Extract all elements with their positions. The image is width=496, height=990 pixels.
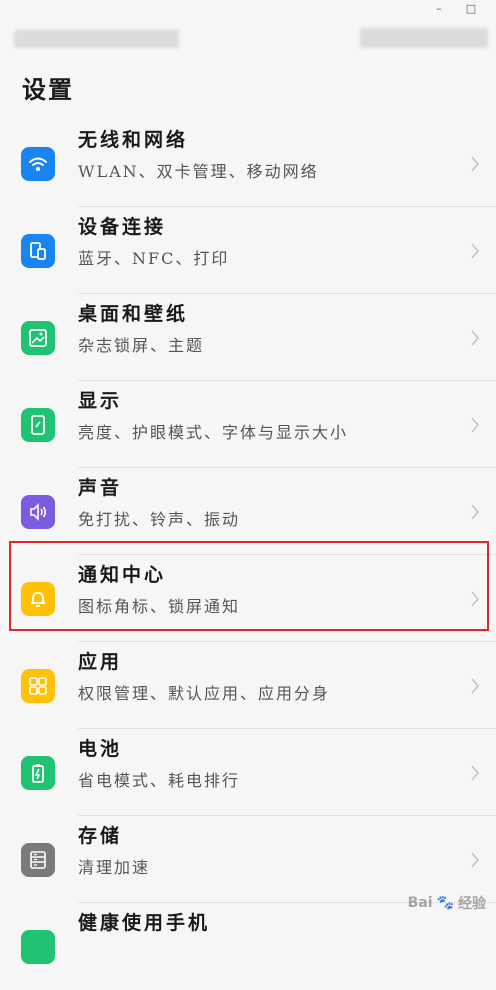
settings-item-label: 电池	[78, 738, 123, 760]
chevron-right-icon	[471, 503, 480, 520]
chevron-right-icon	[471, 155, 480, 172]
settings-item-label: 健康使用手机	[78, 912, 211, 934]
chevron-right-icon	[471, 851, 480, 868]
settings-item-label: 存储	[78, 825, 123, 847]
settings-item-sub: 蓝牙、NFC、打印	[78, 249, 230, 268]
chevron-right-icon	[471, 329, 480, 346]
chevron-right-icon	[471, 677, 480, 694]
sound-icon	[21, 494, 55, 529]
watermark-logo-text: Bai	[407, 895, 433, 911]
settings-item-wireless[interactable]: 无线和网络 WLAN、双卡管理、移动网络	[0, 120, 496, 207]
settings-item-sub: 图标角标、锁屏通知	[78, 597, 241, 616]
apps-icon	[21, 668, 55, 703]
storage-icon	[21, 842, 55, 877]
settings-list: 无线和网络 WLAN、双卡管理、移动网络 设备连接 蓝牙、NFC、打印 桌面和壁…	[0, 120, 496, 990]
window-controls: – □	[0, 0, 496, 16]
device-connect-icon	[21, 233, 55, 268]
settings-item-sub: 杂志锁屏、主题	[78, 336, 205, 355]
chevron-right-icon	[471, 242, 480, 259]
settings-item-notifications[interactable]: 通知中心 图标角标、锁屏通知	[0, 555, 496, 642]
settings-item-apps[interactable]: 应用 权限管理、默认应用、应用分身	[0, 642, 496, 729]
watermark-suffix: 经验	[458, 896, 486, 912]
maximize-button[interactable]: □	[464, 1, 478, 15]
settings-item-sub: 免打扰、铃声、振动	[78, 510, 241, 529]
wallpaper-icon	[21, 320, 55, 355]
settings-item-sub: 省电模式、耗电排行	[78, 771, 241, 790]
bell-icon	[21, 581, 55, 616]
settings-item-label: 设备连接	[78, 216, 167, 238]
status-bar-blurred-left	[14, 30, 179, 48]
settings-item-label: 无线和网络	[78, 129, 189, 151]
watermark: Bai 🐾 经验	[356, 889, 486, 917]
chevron-right-icon	[471, 764, 480, 781]
settings-item-sound[interactable]: 声音 免打扰、铃声、振动	[0, 468, 496, 555]
settings-item-device-connect[interactable]: 设备连接 蓝牙、NFC、打印	[0, 207, 496, 294]
status-bar	[0, 20, 496, 58]
settings-item-battery[interactable]: 电池 省电模式、耗电排行	[0, 729, 496, 816]
battery-icon	[21, 755, 55, 790]
settings-item-sub: 权限管理、默认应用、应用分身	[78, 684, 331, 703]
settings-item-label: 桌面和壁纸	[78, 303, 189, 325]
settings-item-sub: 清理加速	[78, 858, 151, 877]
settings-item-display[interactable]: 显示 亮度、护眼模式、字体与显示大小	[0, 381, 496, 468]
settings-item-label: 应用	[78, 651, 123, 673]
wifi-icon	[21, 146, 55, 181]
settings-item-wallpaper[interactable]: 桌面和壁纸 杂志锁屏、主题	[0, 294, 496, 381]
health-icon	[21, 930, 55, 964]
page-title: 设置	[22, 75, 74, 104]
display-icon	[21, 407, 55, 442]
settings-item-sub: 亮度、护眼模式、字体与显示大小	[78, 423, 349, 442]
settings-item-sub: WLAN、双卡管理、移动网络	[78, 162, 319, 181]
settings-item-label: 显示	[78, 390, 123, 412]
status-bar-blurred-right	[360, 28, 488, 48]
settings-item-label: 声音	[78, 477, 123, 499]
settings-item-label: 通知中心	[78, 564, 167, 586]
chevron-right-icon	[471, 416, 480, 433]
paw-icon: 🐾	[436, 895, 454, 911]
chevron-right-icon	[471, 590, 480, 607]
minimize-button[interactable]: –	[432, 1, 446, 15]
